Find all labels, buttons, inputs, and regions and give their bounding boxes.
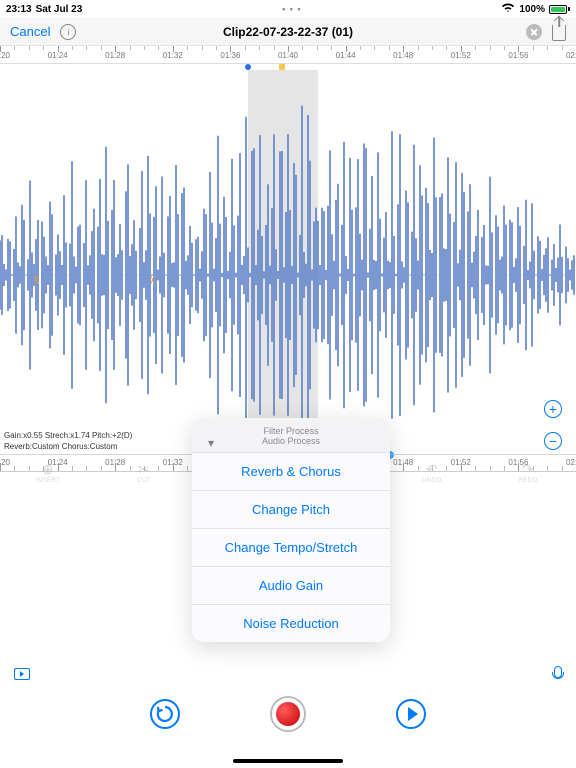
toolbar-insert[interactable]: ⊕INSERT bbox=[0, 455, 96, 490]
timeline-ruler-top[interactable]: 01:2001:2401:2801:3201:3601:4001:4401:48… bbox=[0, 46, 576, 64]
record-button[interactable] bbox=[270, 696, 306, 732]
popup-title: Filter Process bbox=[192, 426, 390, 436]
audio-process-badge: Gain:x0.55 Strech:x1.74 Pitch:+2(D) Reve… bbox=[4, 431, 132, 452]
preview-play-button[interactable] bbox=[14, 668, 30, 680]
cut-marker-icon[interactable]: ✂ bbox=[146, 275, 159, 284]
popup-item-change-pitch[interactable]: Change Pitch bbox=[192, 490, 390, 528]
clear-icon[interactable] bbox=[526, 24, 542, 40]
toolbar-cut[interactable]: ✂CUT bbox=[96, 455, 192, 490]
wifi-icon bbox=[501, 3, 515, 16]
zoom-out-button[interactable]: − bbox=[544, 432, 562, 450]
status-bar: 23:13 Sat Jul 23 • • • 100% bbox=[0, 0, 576, 18]
play-button[interactable] bbox=[396, 699, 426, 729]
popup-subtitle: Audio Process bbox=[192, 436, 390, 446]
multitask-dots: • • • bbox=[282, 4, 301, 14]
popup-item-audio-gain[interactable]: Audio Gain bbox=[192, 566, 390, 604]
popup-item-reverb-chorus[interactable]: Reverb & Chorus bbox=[192, 452, 390, 490]
toolbar-redo[interactable]: ↷REDO bbox=[480, 455, 576, 490]
info-icon[interactable]: i bbox=[60, 24, 76, 40]
share-icon[interactable] bbox=[552, 25, 566, 41]
rewind-button[interactable] bbox=[150, 699, 180, 729]
popup-item-noise-reduction[interactable]: Noise Reduction bbox=[192, 604, 390, 642]
filter-process-popup: ▾ Filter Process Audio Process Reverb & … bbox=[192, 418, 390, 642]
transport-controls bbox=[0, 690, 576, 738]
secondary-controls bbox=[0, 664, 576, 684]
nav-bar: Cancel i Clip22-07-23-22-37 (01) bbox=[0, 18, 576, 46]
page-title: Clip22-07-23-22-37 (01) bbox=[223, 25, 353, 39]
popup-item-change-tempo-stretch[interactable]: Change Tempo/Stretch bbox=[192, 528, 390, 566]
battery-icon bbox=[549, 5, 570, 14]
status-time: 23:13 bbox=[6, 4, 32, 15]
zoom-in-button[interactable]: + bbox=[544, 400, 562, 418]
status-date: Sat Jul 23 bbox=[36, 4, 83, 15]
filter-caret-icon: ▾ bbox=[208, 436, 214, 450]
battery-pct: 100% bbox=[519, 4, 545, 15]
cancel-button[interactable]: Cancel bbox=[10, 24, 50, 39]
cut-marker-icon[interactable]: ✂ bbox=[30, 275, 43, 284]
microphone-icon[interactable] bbox=[552, 666, 562, 682]
home-indicator[interactable] bbox=[233, 759, 343, 763]
toolbar-undo[interactable]: ↶UNDO bbox=[384, 455, 480, 490]
